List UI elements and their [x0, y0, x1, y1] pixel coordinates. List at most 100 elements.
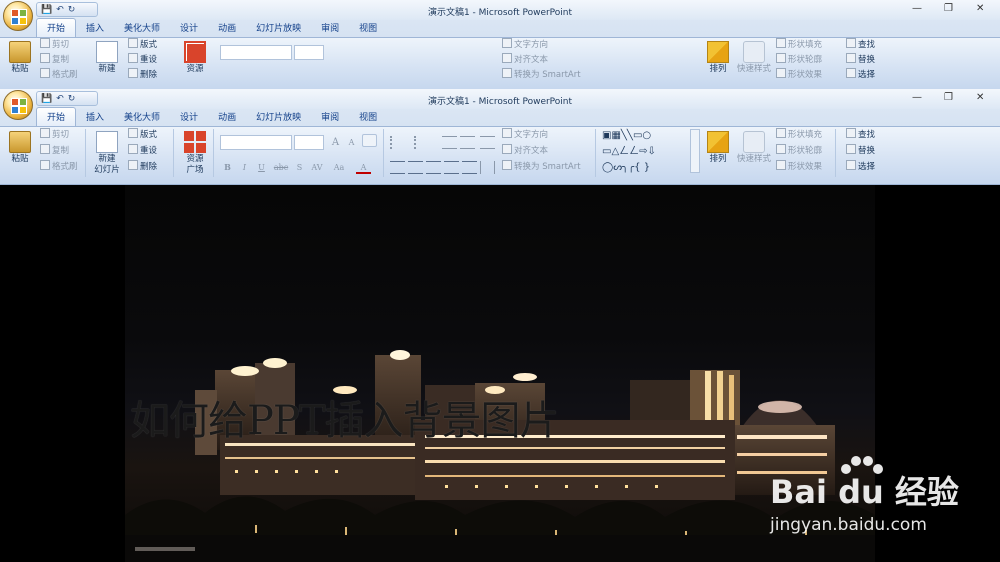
- cut-button[interactable]: 剪切: [40, 128, 69, 143]
- tab-slideshow[interactable]: 幻灯片放映: [246, 108, 311, 126]
- tab-view[interactable]: 视图: [349, 19, 387, 37]
- font-color-button[interactable]: A: [356, 161, 371, 174]
- tab-design[interactable]: 设计: [170, 108, 208, 126]
- arrange-button[interactable]: 排列: [704, 131, 732, 165]
- slide-canvas[interactable]: 如何给PPT插入背景图片 Bai du 经验 jingyan.baidu.com: [0, 185, 1000, 562]
- clear-format-button[interactable]: [362, 134, 377, 147]
- tab-review[interactable]: 审阅: [311, 108, 349, 126]
- office-button[interactable]: [3, 1, 33, 31]
- redo-icon[interactable]: ↻: [68, 5, 76, 15]
- shape-outline-button[interactable]: 形状轮廓: [776, 53, 822, 68]
- layout-button[interactable]: 版式: [128, 128, 157, 143]
- office-button[interactable]: [3, 90, 33, 120]
- undo-icon[interactable]: ↶: [56, 5, 64, 15]
- italic-button[interactable]: I: [237, 161, 252, 174]
- layout-button[interactable]: 版式: [128, 38, 157, 53]
- copy-button[interactable]: 复制: [40, 144, 69, 159]
- delete-button[interactable]: 删除: [128, 160, 157, 175]
- tab-home[interactable]: 开始: [36, 107, 77, 126]
- find-button[interactable]: 查找: [846, 128, 875, 143]
- save-icon[interactable]: 💾: [41, 5, 52, 15]
- close-button[interactable]: ✕: [976, 3, 984, 14]
- replace-button[interactable]: 替换: [846, 144, 875, 159]
- columns-button[interactable]: [480, 161, 495, 174]
- grow-font-button[interactable]: A: [328, 136, 343, 149]
- restore-button[interactable]: ❐: [944, 92, 953, 103]
- tab-design[interactable]: 设计: [170, 19, 208, 37]
- shapes-gallery-row-1[interactable]: ▣▦╲╲▭○: [602, 129, 651, 142]
- delete-button[interactable]: 删除: [128, 68, 157, 83]
- shapes-gallery-row-2[interactable]: ▭△ㄥㄥ⇨⇩: [602, 145, 656, 158]
- line-spacing-button[interactable]: [480, 136, 495, 149]
- numbering-button[interactable]: [414, 136, 434, 149]
- bold-button[interactable]: B: [220, 161, 235, 174]
- tab-animation[interactable]: 动画: [208, 19, 246, 37]
- arrange-button[interactable]: 排列: [704, 41, 732, 75]
- shrink-font-button[interactable]: A: [344, 136, 359, 149]
- shape-effects-button[interactable]: 形状效果: [776, 68, 822, 83]
- strikethrough-button[interactable]: abc: [272, 161, 290, 174]
- distribute-button[interactable]: [462, 161, 477, 174]
- select-button[interactable]: 选择: [846, 68, 875, 83]
- tab-beautify[interactable]: 美化大师: [114, 19, 170, 37]
- resource-button[interactable]: 资源: [180, 41, 210, 75]
- reset-button[interactable]: 重设: [128, 144, 157, 159]
- quick-styles-button[interactable]: 快速样式: [736, 131, 772, 165]
- format-painter-button[interactable]: 格式刷: [40, 160, 78, 175]
- tab-animation[interactable]: 动画: [208, 108, 246, 126]
- slide-title[interactable]: 如何给PPT插入背景图片: [130, 388, 630, 446]
- minimize-button[interactable]: —: [912, 92, 922, 103]
- shapes-more-button[interactable]: [690, 129, 700, 173]
- redo-icon[interactable]: ↻: [68, 94, 76, 104]
- smartart-button[interactable]: 转换为 SmartArt: [502, 68, 581, 83]
- tab-insert[interactable]: 插入: [76, 19, 114, 37]
- resource-button[interactable]: 资源 广场: [180, 131, 210, 176]
- shape-outline-button[interactable]: 形状轮廓: [776, 144, 822, 159]
- tab-review[interactable]: 审阅: [311, 19, 349, 37]
- text-direction-button[interactable]: 文字方向: [502, 38, 548, 53]
- font-name-combo[interactable]: [220, 135, 292, 150]
- bullets-button[interactable]: [390, 136, 410, 149]
- smartart-button[interactable]: 转换为 SmartArt: [502, 160, 581, 175]
- replace-button[interactable]: 替换: [846, 53, 875, 68]
- tab-beautify[interactable]: 美化大师: [114, 108, 170, 126]
- tab-view[interactable]: 视图: [349, 108, 387, 126]
- new-slide-button[interactable]: 新建 幻灯片: [90, 131, 124, 176]
- align-center-button[interactable]: [408, 161, 423, 174]
- paste-button[interactable]: 粘贴: [6, 131, 34, 165]
- character-spacing-button[interactable]: AV: [308, 161, 326, 174]
- justify-button[interactable]: [444, 161, 459, 174]
- font-name-combo[interactable]: [220, 45, 292, 60]
- undo-icon[interactable]: ↶: [56, 94, 64, 104]
- align-left-button[interactable]: [390, 161, 405, 174]
- increase-indent-button[interactable]: [460, 136, 475, 149]
- restore-button[interactable]: ❐: [944, 3, 953, 14]
- save-icon[interactable]: 💾: [41, 94, 52, 104]
- tab-home[interactable]: 开始: [36, 18, 77, 37]
- reset-button[interactable]: 重设: [128, 53, 157, 68]
- shape-effects-button[interactable]: 形状效果: [776, 160, 822, 175]
- align-text-button[interactable]: 对齐文本: [502, 53, 548, 68]
- text-direction-button[interactable]: 文字方向: [502, 128, 548, 143]
- align-right-button[interactable]: [426, 161, 441, 174]
- decrease-indent-button[interactable]: [442, 136, 457, 149]
- format-painter-button[interactable]: 格式刷: [40, 68, 78, 83]
- quick-styles-button[interactable]: 快速样式: [736, 41, 772, 75]
- find-button[interactable]: 查找: [846, 38, 875, 53]
- font-size-combo[interactable]: [294, 135, 324, 150]
- paste-button[interactable]: 粘贴: [6, 41, 34, 75]
- new-slide-button[interactable]: 新建: [90, 41, 124, 75]
- cut-button[interactable]: 剪切: [40, 38, 69, 53]
- select-button[interactable]: 选择: [846, 160, 875, 175]
- close-button[interactable]: ✕: [976, 92, 984, 103]
- tab-slideshow[interactable]: 幻灯片放映: [246, 19, 311, 37]
- shape-fill-button[interactable]: 形状填充: [776, 38, 822, 53]
- shapes-gallery-row-3[interactable]: ◯ᔕ╮╭{ }: [602, 161, 650, 174]
- change-case-button[interactable]: Aa: [330, 161, 348, 174]
- shadow-button[interactable]: S: [292, 161, 307, 174]
- copy-button[interactable]: 复制: [40, 53, 69, 68]
- font-size-combo[interactable]: [294, 45, 324, 60]
- tab-insert[interactable]: 插入: [76, 108, 114, 126]
- align-text-button[interactable]: 对齐文本: [502, 144, 548, 159]
- underline-button[interactable]: U: [254, 161, 269, 174]
